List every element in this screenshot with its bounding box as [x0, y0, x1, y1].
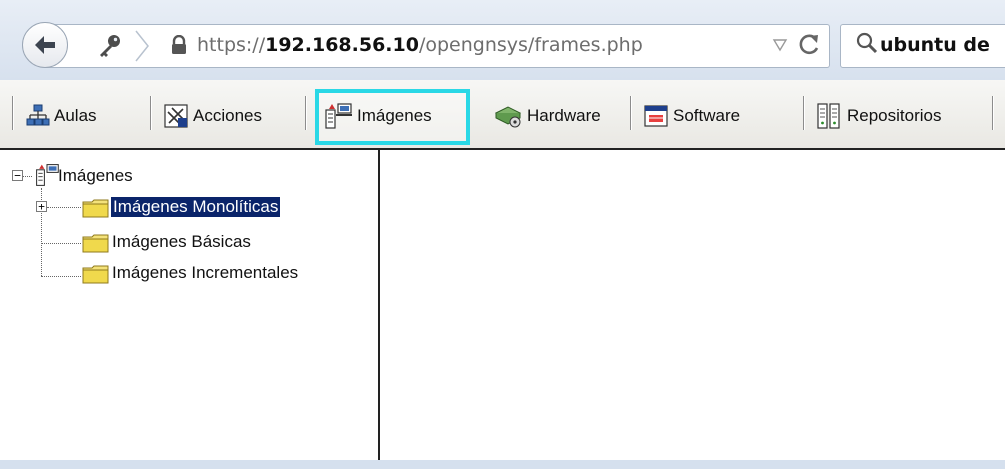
- images-icon: [325, 103, 352, 129]
- url-path: /opengnsys/frames.php: [418, 34, 643, 56]
- lock-icon: [172, 35, 186, 54]
- tree-connector: [47, 207, 81, 208]
- toolbar-aulas-button[interactable]: Aulas: [26, 96, 97, 136]
- tree-node-expand-toggle[interactable]: +: [36, 201, 47, 212]
- images-icon: [36, 164, 59, 186]
- identity-separator-icon: [135, 30, 149, 62]
- back-button[interactable]: [22, 22, 68, 68]
- content-frame: [382, 150, 1005, 460]
- hardware-icon: [494, 106, 522, 128]
- tree-root-label[interactable]: Imágenes: [58, 166, 133, 186]
- toolbar-repositorios-label: Repositorios: [847, 106, 942, 125]
- repository-icon: [817, 103, 840, 129]
- software-icon: [644, 105, 668, 127]
- toolbar-repositorios-button[interactable]: Repositorios: [815, 96, 942, 136]
- tree-node-monoliticas[interactable]: Imágenes Monolíticas: [111, 197, 281, 217]
- toolbar-separator: [150, 96, 151, 130]
- folder-icon: [82, 265, 109, 284]
- toolbar-imagenes-button[interactable]: Imágenes: [323, 96, 432, 136]
- toolbar-separator: [12, 96, 13, 130]
- search-input[interactable]: ubuntu de: [880, 34, 990, 56]
- network-icon: [26, 104, 50, 126]
- url-text[interactable]: https://192.168.56.10/opengnsys/frames.p…: [197, 34, 643, 56]
- toolbar-acciones-button[interactable]: Acciones: [163, 96, 262, 136]
- toolbar-hardware-label: Hardware: [527, 106, 601, 125]
- dropdown-triangle-icon[interactable]: [772, 38, 788, 52]
- back-arrow-icon: [35, 36, 55, 54]
- toolbar-separator: [992, 96, 993, 130]
- url-host: 192.168.56.10: [265, 34, 419, 56]
- reload-icon[interactable]: [796, 31, 822, 57]
- tree-connector: [41, 276, 81, 277]
- toolbar-separator: [803, 96, 804, 130]
- tree-connector: [23, 176, 32, 177]
- toolbar-acciones-label: Acciones: [193, 106, 262, 125]
- tree-connector: [41, 243, 81, 244]
- folder-icon: [82, 199, 109, 218]
- folder-icon: [82, 234, 109, 253]
- toolbar-aulas-label: Aulas: [54, 106, 97, 125]
- tree-root-collapse-toggle[interactable]: −: [12, 170, 23, 181]
- tree-node-basicas[interactable]: Imágenes Básicas: [112, 232, 251, 252]
- search-icon: [856, 32, 878, 54]
- toolbar-software-button[interactable]: Software: [643, 96, 740, 136]
- url-scheme: https://: [197, 34, 266, 56]
- toolbar-imagenes-label: Imágenes: [357, 106, 432, 125]
- status-bar: [0, 460, 1005, 469]
- actions-icon: [164, 104, 188, 128]
- toolbar-hardware-button[interactable]: Hardware: [493, 96, 601, 136]
- toolbar-software-label: Software: [673, 106, 741, 125]
- toolbar-separator: [305, 96, 306, 130]
- tree-node-incrementales[interactable]: Imágenes Incrementales: [112, 263, 298, 283]
- key-icon: [100, 35, 120, 57]
- toolbar-separator: [630, 96, 631, 130]
